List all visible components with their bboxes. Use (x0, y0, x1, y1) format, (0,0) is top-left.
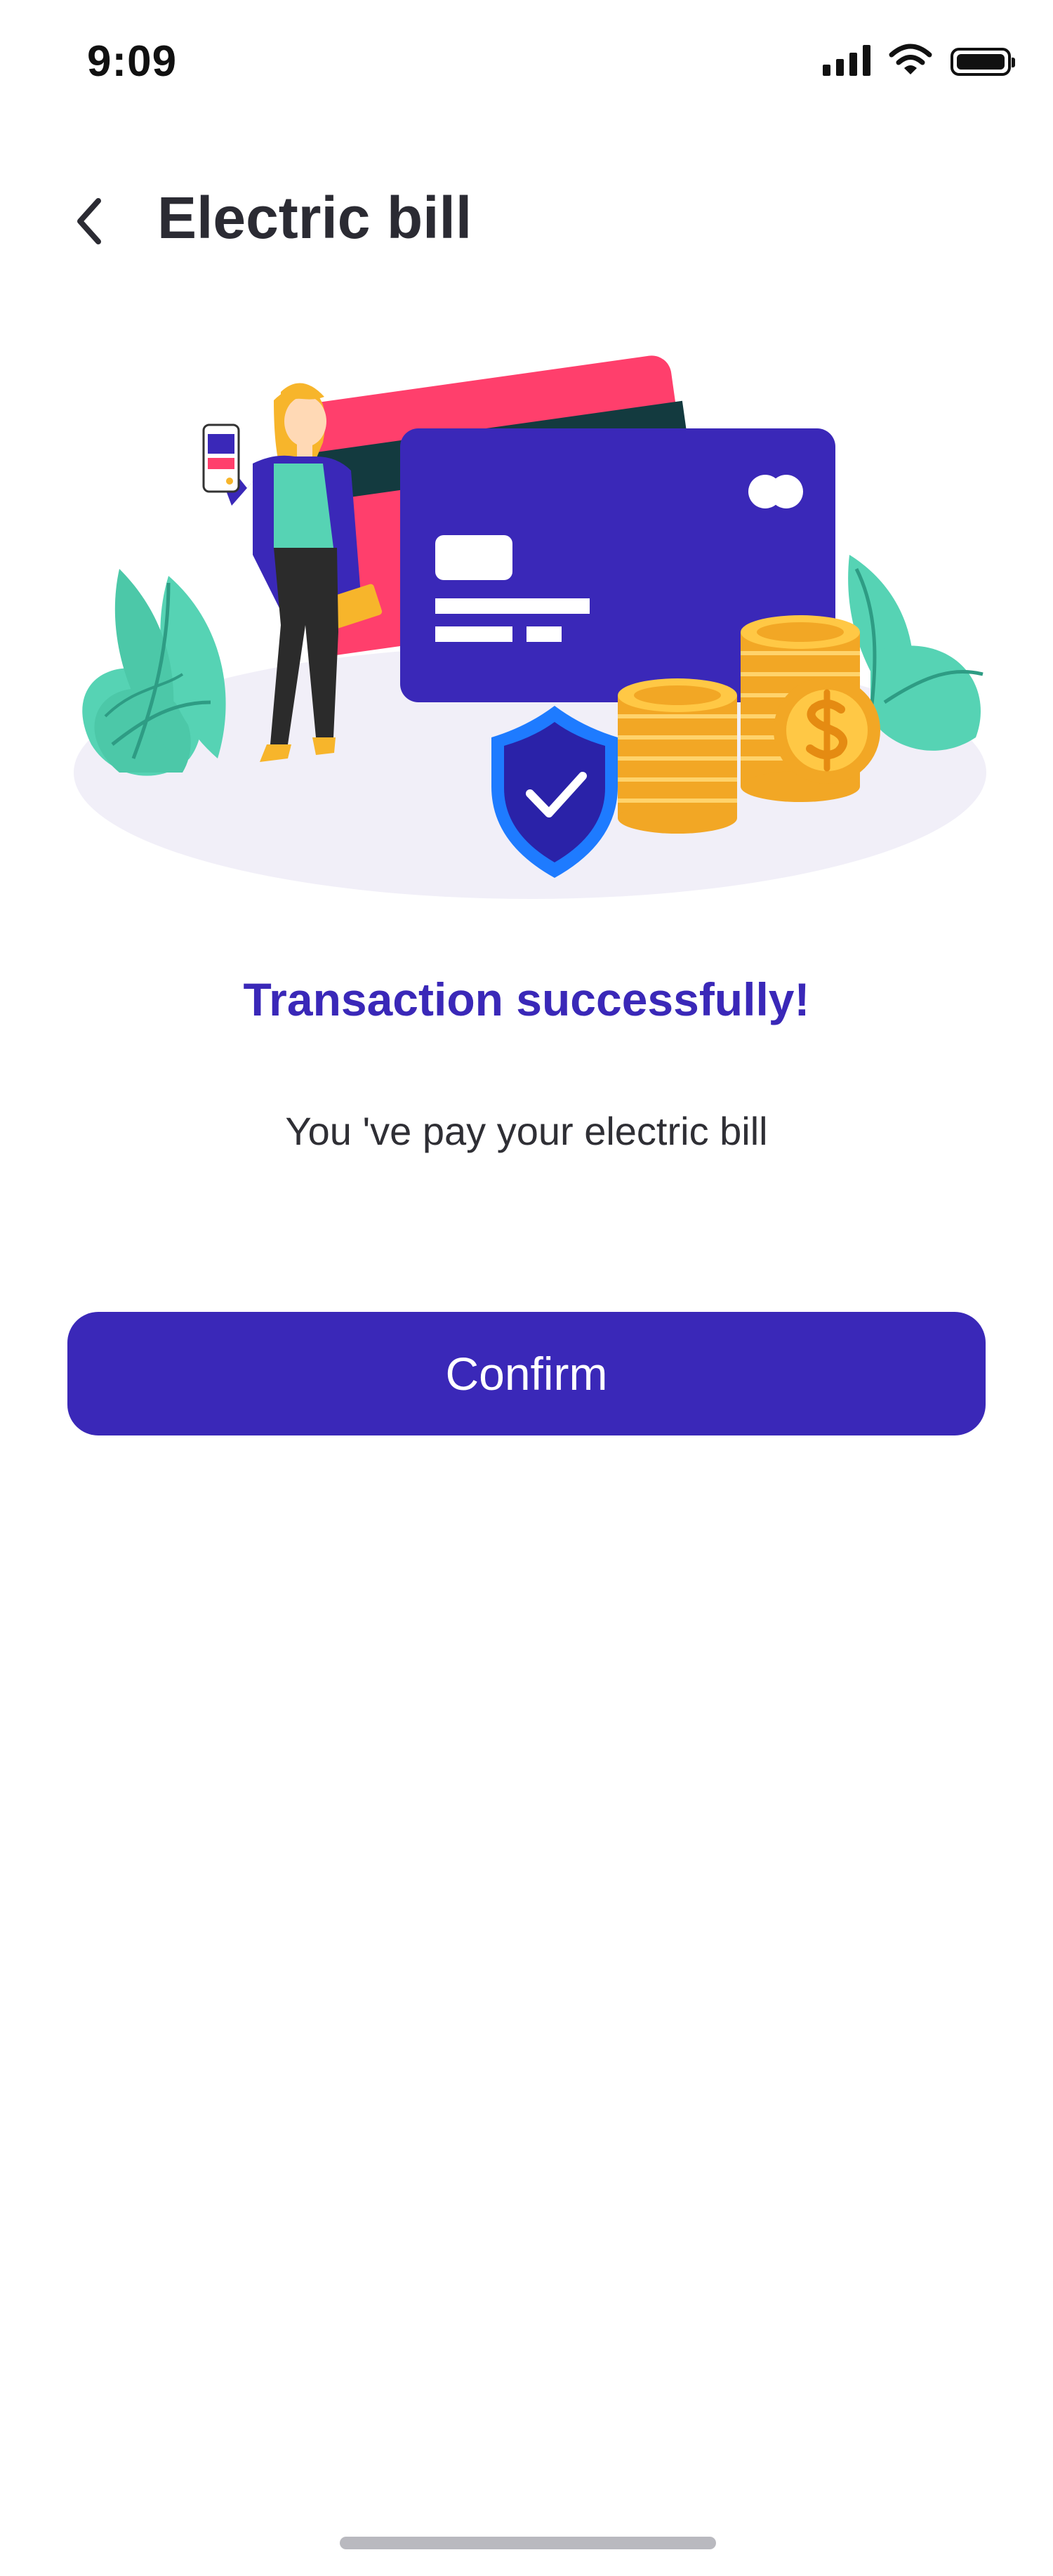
home-indicator[interactable] (340, 2537, 716, 2549)
success-title: Transaction successfully! (243, 973, 810, 1025)
left-plant (82, 569, 226, 776)
wifi-icon (889, 44, 932, 74)
chevron-left-icon (77, 198, 101, 244)
status-time: 9:09 (87, 37, 178, 86)
back-button[interactable] (65, 190, 114, 253)
signal-icon (823, 45, 870, 76)
page-title: Electric bill (157, 185, 472, 251)
coin-stack-small (618, 678, 737, 834)
dollar-coin-icon (774, 677, 880, 784)
success-subtitle: You 've pay your electric bill (285, 1109, 768, 1153)
status-icons (823, 44, 1015, 76)
status-bar: 9:09 (0, 0, 1053, 126)
confirm-button[interactable]: Confirm (67, 1312, 986, 1435)
payment-success-illustration (74, 355, 986, 899)
battery-icon (951, 48, 1015, 76)
